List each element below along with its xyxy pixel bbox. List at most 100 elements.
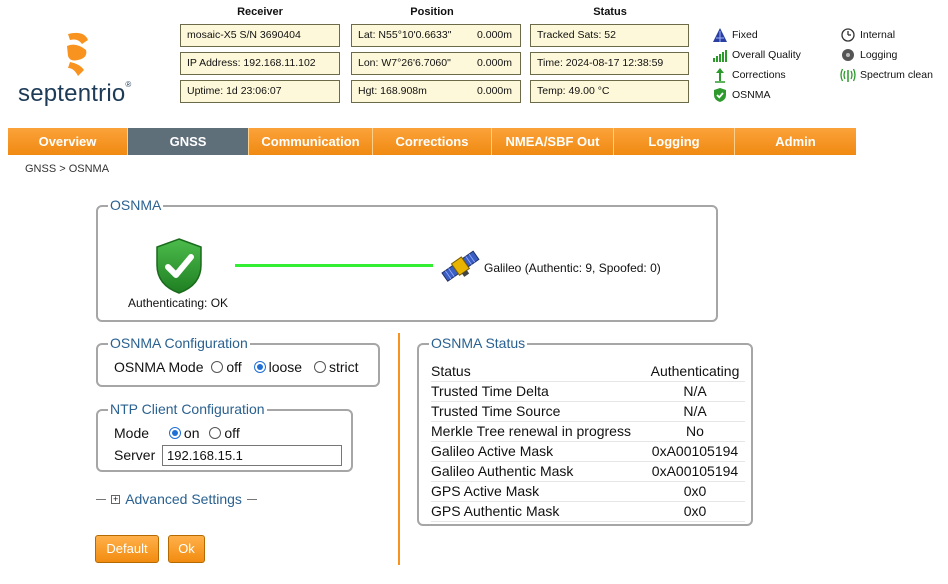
ntp-mode-label: Mode xyxy=(114,425,150,441)
position-lat-error: 0.000m xyxy=(476,29,512,41)
tab-nmea-sbf-out[interactable]: NMEA/SBF Out xyxy=(492,128,614,155)
legend-fixed-label: Fixed xyxy=(732,29,758,41)
ntp-config-legend: NTP Client Configuration xyxy=(108,401,267,417)
legend-corrections-label: Corrections xyxy=(732,69,786,81)
status-tracked-box: Tracked Sats: 52 xyxy=(530,24,689,47)
osnma-status-box: OSNMA Status Status Authenticating Truste… xyxy=(417,335,753,526)
ntp-mode-row: Mode on off xyxy=(114,425,240,441)
tab-admin[interactable]: Admin xyxy=(735,128,856,155)
ntp-server-label: Server xyxy=(114,447,156,463)
receiver-heading: Receiver xyxy=(237,6,283,18)
legend-quality: Overall Quality xyxy=(712,46,801,64)
main-nav: Overview GNSS Communication Corrections … xyxy=(8,128,856,155)
legend-fixed: Fixed xyxy=(712,26,758,44)
shield-check-icon xyxy=(712,87,728,103)
receiver-ip-box: IP Address: 192.168.11.102 xyxy=(180,52,340,75)
table-row: Trusted Time Source N/A xyxy=(431,401,745,422)
position-hgt: Hgt: 168.908m xyxy=(358,85,427,97)
osnma-mode-strict-radio[interactable] xyxy=(313,361,326,373)
status-row-label: Galileo Authentic Mask xyxy=(431,461,645,482)
table-row: Galileo Active Mask 0xA00105194 xyxy=(431,441,745,462)
advanced-settings-toggle[interactable]: + Advanced Settings xyxy=(96,489,258,508)
legend-osnma-label: OSNMA xyxy=(732,89,771,101)
tab-overview[interactable]: Overview xyxy=(8,128,128,155)
table-row: GPS Authentic Mask 0x0 xyxy=(431,501,745,522)
status-temp-box: Temp: 49.00 °C xyxy=(530,80,689,103)
status-row-label: Merkle Tree renewal in progress xyxy=(431,421,645,442)
fixed-icon xyxy=(712,27,728,43)
osnma-panel-legend: OSNMA xyxy=(108,197,164,213)
auth-shield-icon xyxy=(153,237,205,299)
legend-spectrum: Spectrum clean xyxy=(840,66,933,84)
legend-internal-label: Internal xyxy=(860,29,896,41)
ntp-config-box: NTP Client Configuration Mode on off Ser… xyxy=(96,401,353,472)
ok-button[interactable]: Ok xyxy=(168,535,205,563)
satellite-icon xyxy=(440,245,482,293)
position-lon-box: Lon: W7°26'6.7060" 0.000m xyxy=(351,52,521,75)
position-hgt-box: Hgt: 168.908m 0.000m xyxy=(351,80,521,103)
expand-plus-icon[interactable]: + xyxy=(111,495,121,504)
receiver-model-box: mosaic-X5 S/N 3690404 xyxy=(180,24,340,47)
advanced-settings-label[interactable]: Advanced Settings xyxy=(125,491,242,507)
breadcrumb: GNSS > OSNMA xyxy=(25,163,110,175)
osnma-mode-off-label: off xyxy=(226,359,242,375)
osnma-mode-label: OSNMA Mode xyxy=(114,359,204,375)
default-button[interactable]: Default xyxy=(95,535,159,563)
status-row-value: 0x0 xyxy=(645,481,745,502)
ntp-mode-on-radio[interactable] xyxy=(168,427,181,439)
ntp-server-input[interactable]: 192.168.15.1 xyxy=(162,445,342,466)
status-row-label: Trusted Time Delta xyxy=(431,381,645,402)
osnma-mode-loose-label: loose xyxy=(268,359,303,375)
corrections-arrow-icon xyxy=(712,67,728,83)
position-lat-box: Lat: N55°10'0.6633" 0.000m xyxy=(351,24,521,47)
osnma-panel: OSNMA Authenticating: OK Galileo (Authen… xyxy=(96,197,718,322)
status-row-value: 0xA00105194 xyxy=(645,461,745,482)
osnma-mode-off-radio[interactable] xyxy=(211,361,224,373)
signal-bars-icon xyxy=(712,47,728,63)
galileo-status-label: Galileo (Authentic: 9, Spoofed: 0) xyxy=(484,261,661,275)
status-row-label: GPS Authentic Mask xyxy=(431,501,645,522)
ntp-mode-on-label: on xyxy=(183,425,200,441)
status-time-box: Time: 2024-08-17 12:38:59 xyxy=(530,52,689,75)
logging-disk-icon xyxy=(840,47,856,63)
legend-corrections: Corrections xyxy=(712,66,786,84)
legend-spectrum-label: Spectrum clean xyxy=(860,69,933,81)
status-row-value: No xyxy=(645,421,745,442)
table-row: Trusted Time Delta N/A xyxy=(431,381,745,402)
legend-logging-label: Logging xyxy=(860,49,898,61)
status-row-label: Status xyxy=(431,361,645,382)
position-hgt-error: 0.000m xyxy=(476,85,512,97)
septentrio-logo-text: septentrio® xyxy=(18,80,132,108)
ntp-mode-off-label: off xyxy=(224,425,240,441)
legend-logging: Logging xyxy=(840,46,897,64)
table-row: GPS Active Mask 0x0 xyxy=(431,481,745,502)
legend-osnma: OSNMA xyxy=(712,86,771,104)
auth-status-text: Authenticating: OK xyxy=(128,296,229,310)
galileo-link-line xyxy=(235,264,433,267)
status-heading: Status xyxy=(593,6,627,18)
table-row: Galileo Authentic Mask 0xA00105194 xyxy=(431,461,745,482)
osnma-status-table: Status Authenticating Trusted Time Delta N… xyxy=(431,361,745,522)
status-row-label: Trusted Time Source xyxy=(431,401,645,422)
legend-internal: Internal xyxy=(840,26,895,44)
osnma-mode-loose-radio[interactable] xyxy=(253,361,266,373)
tab-gnss[interactable]: GNSS xyxy=(128,128,249,155)
ntp-mode-off-radio[interactable] xyxy=(209,427,222,439)
osnma-config-box: OSNMA Configuration OSNMA Mode off loose… xyxy=(96,335,380,387)
septentrio-logo-mark xyxy=(62,30,92,80)
table-row: Status Authenticating xyxy=(431,361,745,382)
status-row-label: GPS Active Mask xyxy=(431,481,645,502)
osnma-mode-strict-label: strict xyxy=(328,359,359,375)
advanced-rule-left xyxy=(96,499,106,500)
brand-name: septentrio xyxy=(18,80,126,107)
tab-logging[interactable]: Logging xyxy=(614,128,735,155)
status-row-value: N/A xyxy=(645,401,745,422)
column-divider xyxy=(398,333,400,565)
tab-communication[interactable]: Communication xyxy=(249,128,373,155)
tab-corrections[interactable]: Corrections xyxy=(373,128,492,155)
position-heading: Position xyxy=(410,6,454,18)
position-lon: Lon: W7°26'6.7060" xyxy=(358,57,451,69)
spectrum-antenna-icon xyxy=(840,67,856,83)
clock-icon xyxy=(840,27,856,43)
status-row-value: 0x0 xyxy=(645,501,745,522)
